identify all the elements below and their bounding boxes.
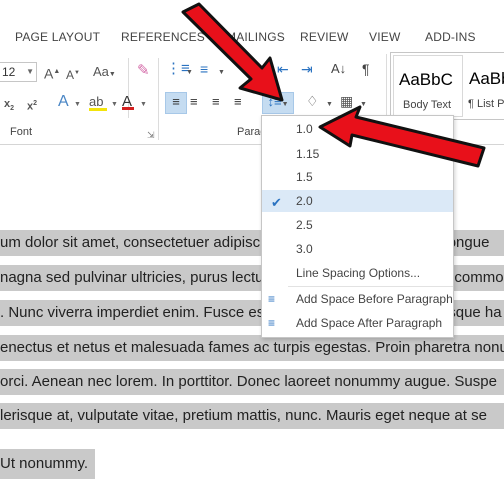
show-formatting-icon[interactable]: ¶	[362, 60, 370, 78]
style-sample: AaBbC	[399, 70, 453, 89]
text-line[interactable]: Ut nonummy.	[0, 449, 95, 479]
font-size-value: 12	[2, 65, 16, 79]
spacing-option-2-0[interactable]: ✔ 2.0	[262, 190, 453, 212]
style-name: ¶ List P	[468, 98, 504, 110]
option-label: 1.5	[296, 170, 313, 184]
chevron-down-icon[interactable]: ▼	[326, 96, 333, 114]
chevron-down-icon[interactable]: ▼	[360, 96, 367, 114]
line-spacing-options-item[interactable]: Line Spacing Options...	[262, 262, 453, 284]
menu-separator	[288, 286, 453, 287]
text-line[interactable]: orci. Aenean nec lorem. In porttitor. Do…	[0, 369, 504, 395]
styles-gallery: AaBbC Body Text AaBb ¶ List P	[390, 52, 504, 120]
tab-view[interactable]: VIEW	[369, 30, 400, 44]
spacing-option-1-15[interactable]: 1.15	[262, 143, 453, 165]
option-label: 2.0	[296, 194, 313, 208]
shrink-font-icon[interactable]: A▼	[66, 64, 80, 84]
text-line[interactable]: enectus et netus et malesuada fames ac t…	[0, 335, 504, 361]
option-label: Add Space After Paragraph	[296, 316, 443, 330]
increase-indent-icon[interactable]: ⇥	[301, 60, 313, 78]
option-label: 1.15	[296, 147, 320, 161]
option-label: Line Spacing Options...	[296, 266, 421, 280]
chevron-down-icon: ▼	[26, 67, 34, 76]
spacing-option-1-0[interactable]: 1.0	[262, 118, 453, 140]
add-space-after-item[interactable]: ≡ Add Space After Paragraph	[262, 312, 453, 334]
align-center-button[interactable]: ≡	[190, 93, 198, 111]
shading-icon[interactable]: ♢	[306, 92, 319, 110]
decrease-indent-icon[interactable]: ⇤	[277, 60, 289, 78]
font-color-icon[interactable]: A	[122, 93, 134, 110]
tab-add-ins[interactable]: ADD-INS	[425, 30, 476, 44]
font-group-label: Font	[10, 126, 33, 138]
ribbon-divider	[158, 58, 159, 140]
font-size-box[interactable]: 12 ▼	[0, 62, 37, 82]
spacing-option-2-5[interactable]: 2.5	[262, 214, 453, 236]
tab-review[interactable]: REVIEW	[300, 30, 349, 44]
font-dialog-launcher-icon[interactable]: ⇲	[147, 126, 155, 144]
line-spacing-menu: 1.0 1.15 1.5 ✔ 2.0 2.5 3.0 Line Spacing …	[261, 115, 454, 338]
spacing-option-3-0[interactable]: 3.0	[262, 238, 453, 260]
grow-font-icon[interactable]: A▲	[44, 63, 60, 83]
tab-page-layout[interactable]: PAGE LAYOUT	[15, 30, 100, 44]
ribbon-tabs: PAGE LAYOUT REFERENCES MAILINGS REVIEW V…	[0, 24, 504, 50]
change-case-icon[interactable]: Aa▼	[93, 63, 116, 84]
text-effects-icon[interactable]: A	[58, 93, 69, 111]
checkmark-icon: ✔	[271, 195, 282, 210]
space-after-icon: ≡	[268, 316, 276, 330]
tab-mailings[interactable]: MAILINGS	[226, 30, 285, 44]
tab-references[interactable]: REFERENCES	[121, 30, 205, 44]
clear-formatting-icon[interactable]: ✎	[137, 62, 150, 80]
text-line[interactable]: lerisque at, vulputate vitae, pretium ma…	[0, 403, 504, 429]
space-before-icon: ≡	[268, 292, 276, 306]
style-sample: AaBb	[469, 69, 504, 88]
style-name: Body Text	[403, 99, 452, 111]
borders-icon[interactable]: ▦	[340, 92, 353, 110]
line-spacing-button[interactable]: ↕≡▼	[262, 92, 294, 114]
option-label: Add Space Before Paragraph	[296, 292, 453, 306]
option-label: 1.0	[296, 122, 313, 136]
style-list-paragraph[interactable]: AaBb ¶ List P	[463, 55, 504, 115]
align-left-button[interactable]: ≡	[165, 92, 187, 114]
align-right-button[interactable]: ≡	[212, 93, 220, 111]
option-label: 3.0	[296, 242, 313, 256]
add-space-before-item[interactable]: ≡ Add Space Before Paragraph	[262, 288, 453, 310]
chevron-down-icon[interactable]: ▼	[218, 64, 225, 82]
subscript-icon[interactable]: x2	[4, 95, 14, 118]
spacing-option-1-5[interactable]: 1.5	[262, 166, 453, 188]
numbering-icon[interactable]: ≡	[200, 60, 208, 78]
sort-icon[interactable]: A↓	[331, 60, 346, 78]
option-label: 2.5	[296, 218, 313, 232]
highlight-color-icon[interactable]: ab	[89, 93, 107, 111]
justify-button[interactable]: ≡	[234, 93, 242, 111]
style-body-text[interactable]: AaBbC Body Text	[393, 55, 463, 117]
chevron-down-icon[interactable]: ▼	[111, 96, 118, 114]
chevron-down-icon[interactable]: ▼	[140, 96, 147, 114]
chevron-down-icon[interactable]: ▼	[74, 96, 81, 114]
superscript-icon[interactable]: x2	[27, 95, 37, 116]
chevron-down-icon[interactable]: ▼	[186, 64, 193, 82]
